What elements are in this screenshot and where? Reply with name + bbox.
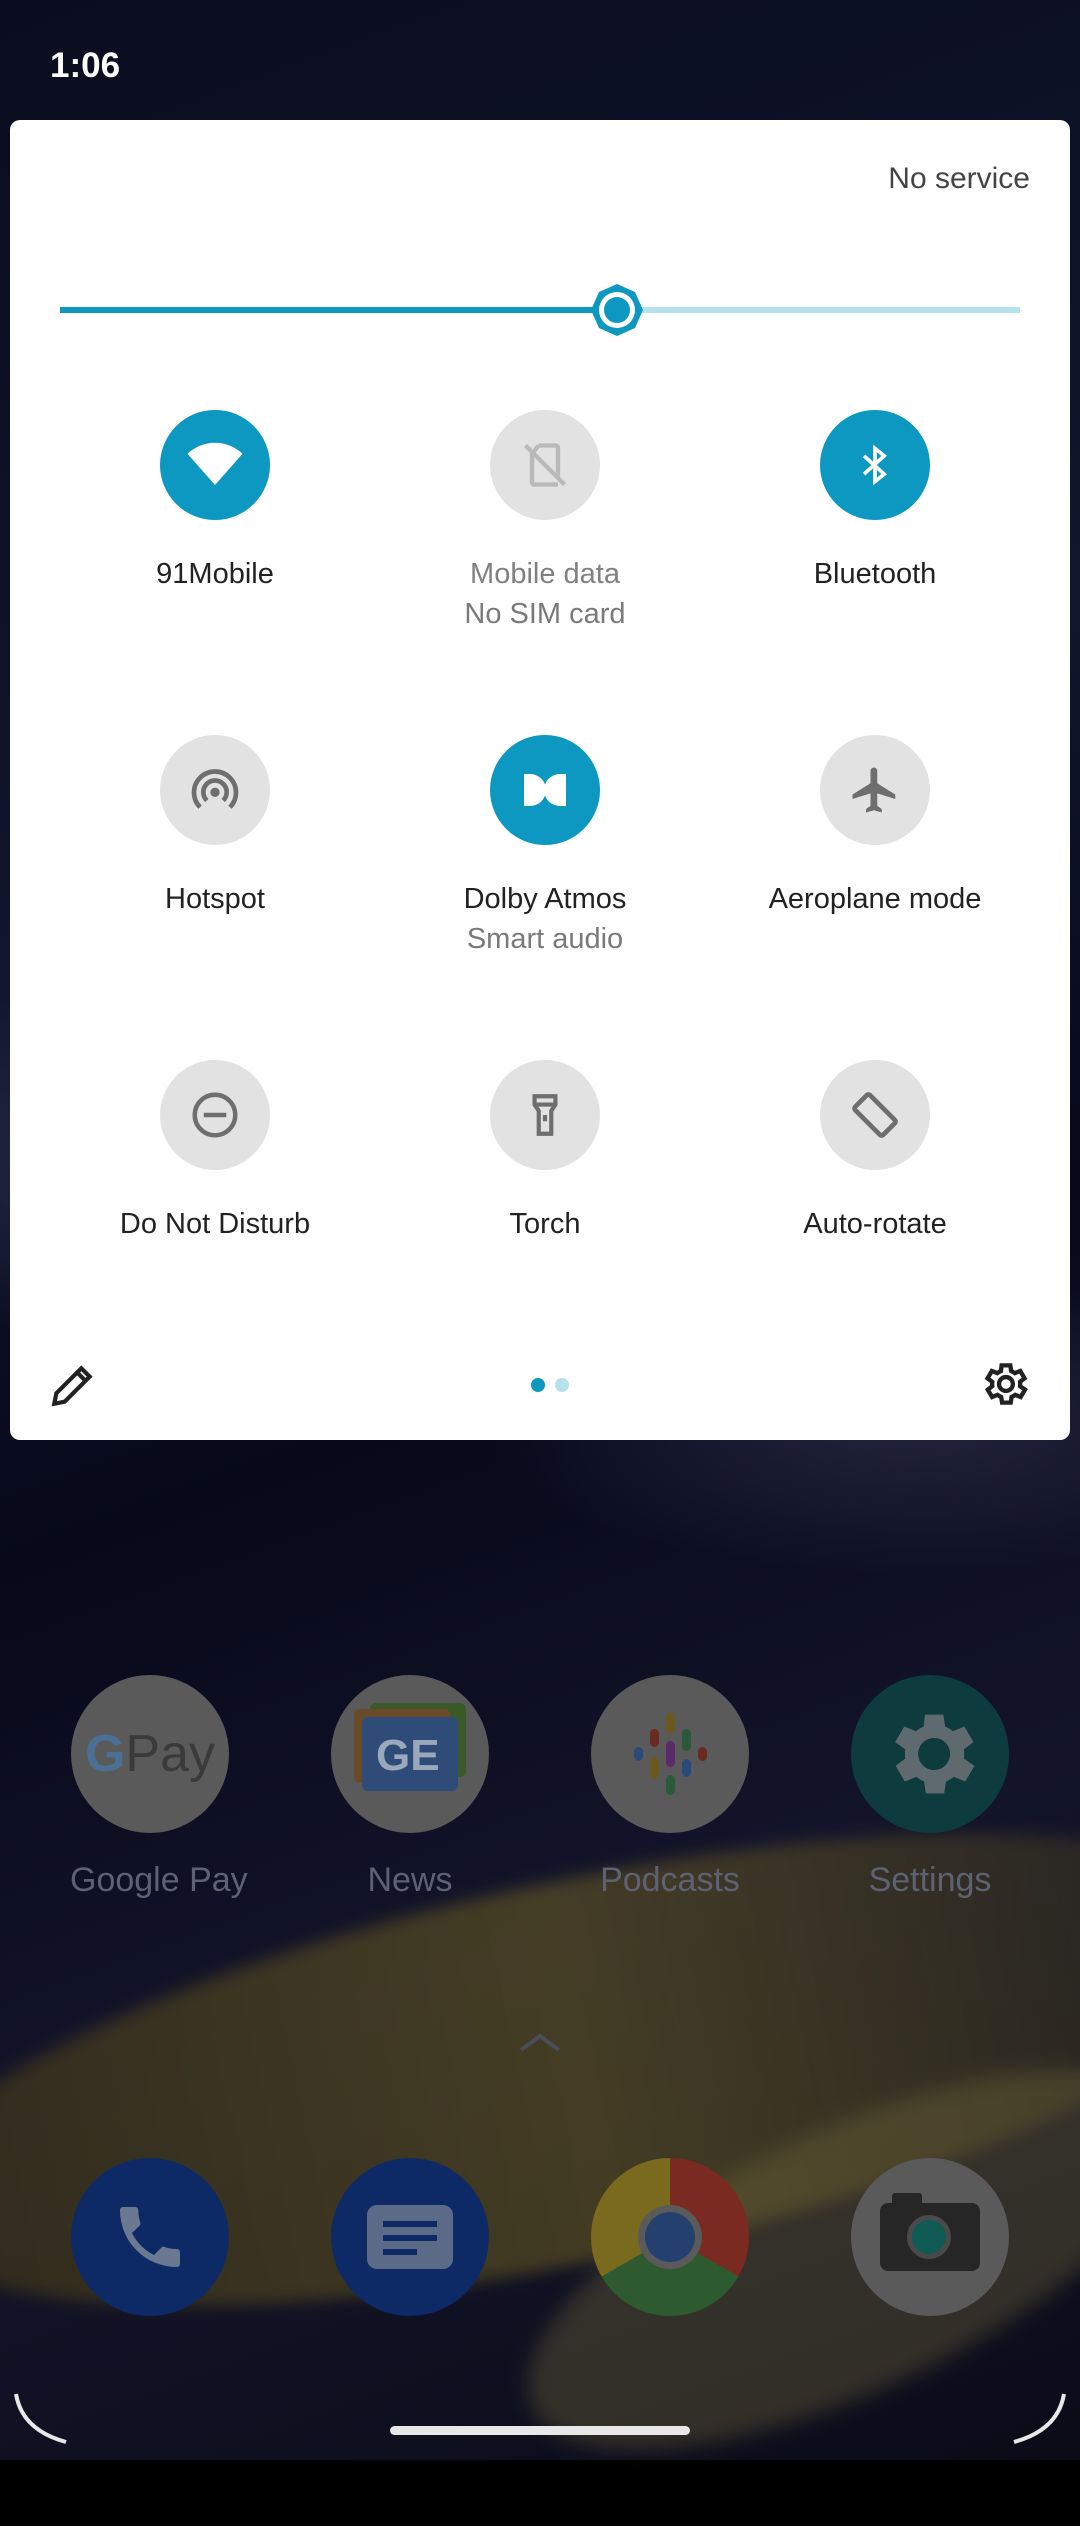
tile-label: Do Not Disturb: [119, 1208, 311, 1240]
app-settings[interactable]: Settings: [850, 1675, 1010, 1900]
edit-pencil-icon[interactable]: [48, 1360, 98, 1410]
chrome-icon: [591, 2158, 749, 2316]
brightness-thumb-icon[interactable]: [591, 284, 643, 336]
brightness-slider[interactable]: [60, 280, 1020, 340]
tile-label: Hotspot: [165, 883, 265, 915]
app-label: Google Pay: [70, 1861, 248, 1899]
app-podcasts[interactable]: Podcasts: [590, 1675, 750, 1900]
app-news[interactable]: GE News: [330, 1675, 490, 1900]
hotspot-icon: [160, 735, 270, 845]
news-icon: GE: [331, 1675, 489, 1833]
messages-icon: [331, 2158, 489, 2316]
app-label: Settings: [868, 1861, 992, 1899]
carrier-status: No service: [888, 162, 1030, 195]
tile-label: Aeroplane mode: [768, 883, 982, 915]
tile-label: Mobile data: [470, 558, 620, 590]
dock-camera[interactable]: [850, 2158, 1010, 2316]
settings-gear-icon[interactable]: [978, 1358, 1030, 1410]
tile-aeroplane-mode[interactable]: Aeroplane mode: [710, 735, 1040, 919]
app-google-pay[interactable]: G Pay Google Pay: [70, 1675, 248, 1900]
airplane-icon: [820, 735, 930, 845]
app-label: Podcasts: [600, 1861, 740, 1899]
tile-wifi[interactable]: 91Mobile: [50, 410, 380, 594]
app-label: News: [367, 1861, 453, 1899]
torch-icon: [490, 1060, 600, 1170]
tile-label: Torch: [509, 1208, 581, 1240]
tile-do-not-disturb[interactable]: Do Not Disturb: [50, 1060, 380, 1244]
wifi-icon: [160, 410, 270, 520]
tile-dolby-atmos[interactable]: Dolby Atmos Smart audio: [380, 735, 710, 959]
tile-label: Bluetooth: [813, 558, 937, 590]
tile-torch[interactable]: Torch: [380, 1060, 710, 1244]
page-dot-active: [531, 1378, 545, 1392]
page-dot: [555, 1378, 569, 1392]
podcasts-icon: [591, 1675, 749, 1833]
gesture-corner-icon: [1013, 2393, 1066, 2444]
dolby-icon: [490, 735, 600, 845]
tile-auto-rotate[interactable]: Auto-rotate: [710, 1060, 1040, 1244]
dock-phone[interactable]: [70, 2158, 230, 2316]
tile-label: 91Mobile: [156, 558, 274, 590]
dock-chrome[interactable]: [590, 2158, 750, 2316]
camera-icon: [851, 2158, 1009, 2316]
home-gesture-bar[interactable]: [390, 2426, 690, 2435]
auto-rotate-icon: [820, 1060, 930, 1170]
tile-label: Auto-rotate: [803, 1208, 947, 1240]
tile-hotspot[interactable]: Hotspot: [50, 735, 380, 919]
dock-messages[interactable]: [330, 2158, 490, 2316]
quick-settings-panel: No service 91Mobile Mobile data No SIM c…: [10, 120, 1070, 1440]
dnd-icon: [160, 1060, 270, 1170]
status-time: 1:06: [50, 46, 121, 85]
tile-subtitle: No SIM card: [464, 598, 626, 630]
back-gesture-corner-icon: [14, 2393, 67, 2444]
tile-bluetooth[interactable]: Bluetooth: [710, 410, 1040, 594]
google-pay-icon: G Pay: [71, 1675, 229, 1833]
tile-mobile-data[interactable]: Mobile data No SIM card: [380, 410, 710, 634]
app-drawer-chevron-icon[interactable]: [515, 2030, 565, 2054]
no-sim-icon: [490, 410, 600, 520]
page-indicator: [531, 1378, 569, 1392]
tile-label: Dolby Atmos: [463, 883, 627, 915]
tile-subtitle: Smart audio: [466, 923, 624, 955]
bluetooth-icon: [820, 410, 930, 520]
phone-icon: [71, 2158, 229, 2316]
settings-icon: [851, 1675, 1009, 1833]
